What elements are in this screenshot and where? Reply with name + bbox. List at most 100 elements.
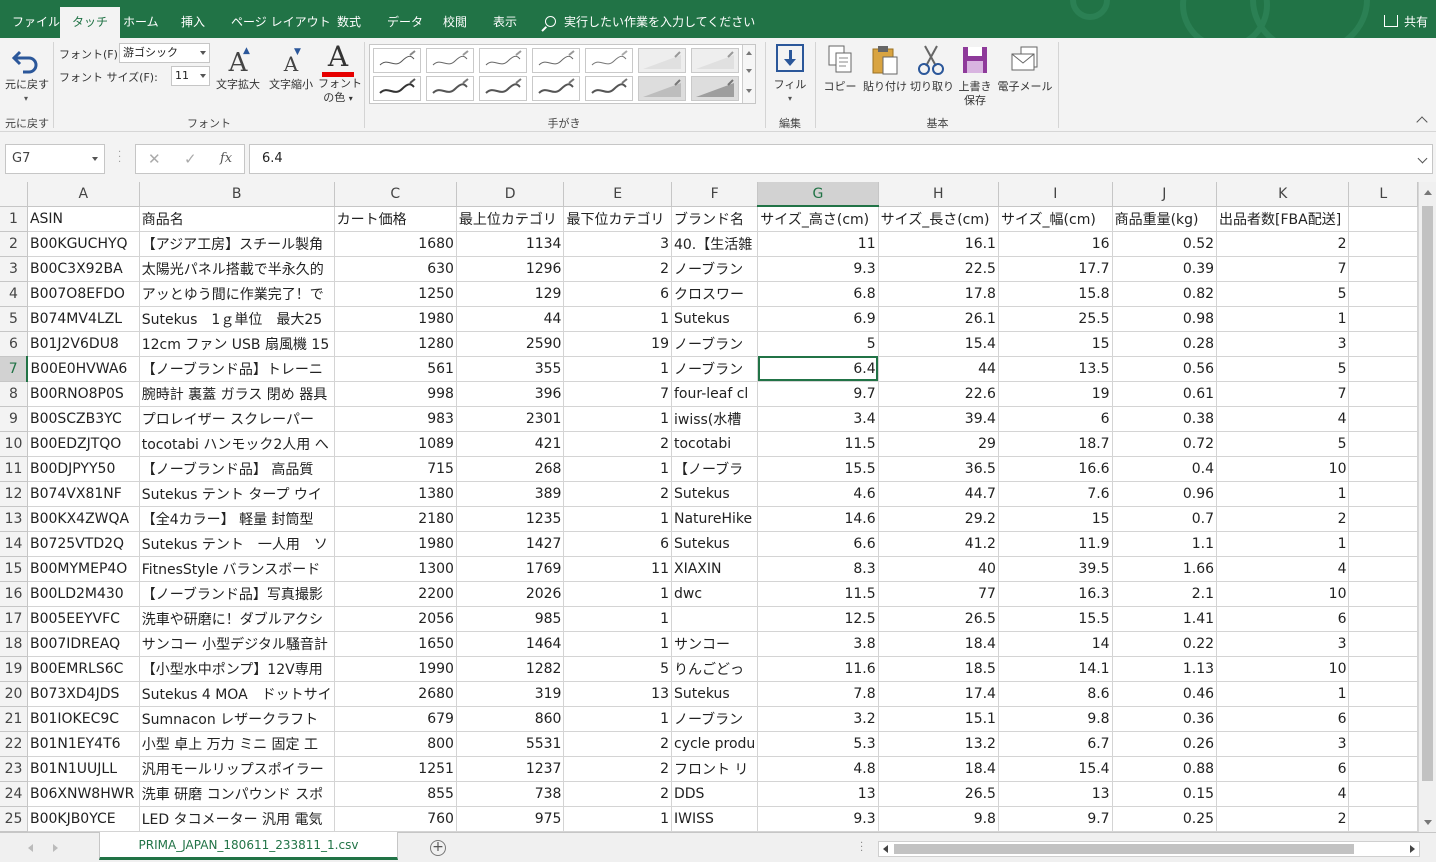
cell-c8[interactable]: 998 <box>334 381 457 407</box>
column-header-b[interactable]: B <box>139 182 335 207</box>
cell-l6[interactable] <box>1348 331 1418 357</box>
cell-i4[interactable]: 15.8 <box>998 281 1113 307</box>
pen-4[interactable] <box>532 48 580 73</box>
cell-h24[interactable]: 26.5 <box>878 781 999 807</box>
cell-d1[interactable]: 最上位カテゴリ <box>456 206 565 232</box>
column-header-j[interactable]: J <box>1112 182 1218 207</box>
cell-g9[interactable]: 3.4 <box>757 406 879 432</box>
row-header[interactable]: 9 <box>0 406 28 432</box>
cell-k14[interactable]: 1 <box>1216 531 1350 557</box>
cell-f16[interactable]: dwc <box>671 581 759 607</box>
cell-c13[interactable]: 2180 <box>334 506 457 532</box>
sheet-tab-active[interactable]: PRIMA_JAPAN_180611_233811_1.csv <box>99 832 398 860</box>
cell-i14[interactable]: 11.9 <box>998 531 1113 557</box>
cell-g13[interactable]: 14.6 <box>757 506 879 532</box>
cell-g19[interactable]: 11.6 <box>757 656 879 682</box>
cell-g6[interactable]: 5 <box>757 331 879 357</box>
shrink-font-button[interactable]: A ▼ 文字縮小 <box>266 44 316 92</box>
cell-i18[interactable]: 14 <box>998 631 1113 657</box>
cell-h2[interactable]: 16.1 <box>878 231 999 257</box>
cell-l18[interactable] <box>1348 631 1418 657</box>
row-header[interactable]: 8 <box>0 381 28 407</box>
cell-k7[interactable]: 5 <box>1216 356 1350 382</box>
cell-a21[interactable]: B01IOKEC9C <box>27 706 140 732</box>
cell-j9[interactable]: 0.38 <box>1112 406 1218 432</box>
cell-h14[interactable]: 41.2 <box>878 531 999 557</box>
cell-d15[interactable]: 1769 <box>456 556 565 582</box>
vertical-scrollbar[interactable] <box>1418 182 1436 832</box>
column-header-l[interactable]: L <box>1348 182 1418 207</box>
cell-e11[interactable]: 1 <box>563 456 672 482</box>
cell-f6[interactable]: ノーブラン <box>671 331 759 357</box>
cell-g16[interactable]: 11.5 <box>757 581 879 607</box>
formula-input[interactable]: 6.4 <box>249 144 1433 174</box>
cell-d13[interactable]: 1235 <box>456 506 565 532</box>
cell-d10[interactable]: 421 <box>456 431 565 457</box>
cell-c10[interactable]: 1089 <box>334 431 457 457</box>
cell-h4[interactable]: 17.8 <box>878 281 999 307</box>
cell-c6[interactable]: 1280 <box>334 331 457 357</box>
cell-b13[interactable]: 【全4カラー】 軽量 封筒型 <box>139 506 335 532</box>
cell-b18[interactable]: サンコー 小型デジタル騒音計 <box>139 631 335 657</box>
cell-g21[interactable]: 3.2 <box>757 706 879 732</box>
cell-i13[interactable]: 15 <box>998 506 1113 532</box>
fill-button[interactable]: フィル ▾ <box>772 44 808 106</box>
row-header[interactable]: 17 <box>0 606 28 632</box>
tab-review[interactable]: 校閲 <box>441 9 469 38</box>
cell-e12[interactable]: 2 <box>563 481 672 507</box>
cell-a11[interactable]: B00DJPYY50 <box>27 456 140 482</box>
chevron-up-icon[interactable] <box>746 51 752 55</box>
cell-l24[interactable] <box>1348 781 1418 807</box>
cell-j4[interactable]: 0.82 <box>1112 281 1218 307</box>
cell-j22[interactable]: 0.26 <box>1112 731 1218 757</box>
cell-d24[interactable]: 738 <box>456 781 565 807</box>
save-button[interactable]: 上書き 保存 <box>955 44 995 108</box>
cell-c15[interactable]: 1300 <box>334 556 457 582</box>
cell-e4[interactable]: 6 <box>563 281 672 307</box>
cell-h5[interactable]: 26.1 <box>878 306 999 332</box>
next-sheet-icon[interactable] <box>53 844 58 852</box>
pen-2[interactable] <box>426 48 474 73</box>
chevron-down-icon[interactable] <box>746 69 752 73</box>
scroll-right-icon[interactable] <box>1410 845 1415 853</box>
cell-g7[interactable]: 6.4 <box>757 356 879 382</box>
cell-f13[interactable]: NatureHike <box>671 506 759 532</box>
cell-l15[interactable] <box>1348 556 1418 582</box>
cell-g24[interactable]: 13 <box>757 781 879 807</box>
cell-c21[interactable]: 679 <box>334 706 457 732</box>
cell-b5[interactable]: Sutekus 1ｇ単位 最大25 <box>139 306 335 332</box>
cell-k8[interactable]: 7 <box>1216 381 1350 407</box>
cell-f7[interactable]: ノーブラン <box>671 356 759 382</box>
cell-j3[interactable]: 0.39 <box>1112 256 1218 282</box>
row-header[interactable]: 24 <box>0 781 28 807</box>
cell-e22[interactable]: 2 <box>563 731 672 757</box>
gallery-more-icon[interactable] <box>746 89 752 93</box>
cell-d21[interactable]: 860 <box>456 706 565 732</box>
cell-i9[interactable]: 6 <box>998 406 1113 432</box>
cell-b22[interactable]: 小型 卓上 万力 ミニ 固定 工 <box>139 731 335 757</box>
cell-j17[interactable]: 1.41 <box>1112 606 1218 632</box>
expand-formula-icon[interactable] <box>1417 153 1428 164</box>
cell-c1[interactable]: カート価格 <box>334 206 457 232</box>
cell-g17[interactable]: 12.5 <box>757 606 879 632</box>
paste-button[interactable]: 貼り付け <box>862 44 908 94</box>
row-header[interactable]: 21 <box>0 706 28 732</box>
cell-j12[interactable]: 0.96 <box>1112 481 1218 507</box>
cell-i22[interactable]: 6.7 <box>998 731 1113 757</box>
cell-e16[interactable]: 1 <box>563 581 672 607</box>
cell-a19[interactable]: B00EMRLS6C <box>27 656 140 682</box>
cell-j7[interactable]: 0.56 <box>1112 356 1218 382</box>
cell-b25[interactable]: LED タコメーター 汎用 電気 <box>139 806 335 832</box>
cell-b3[interactable]: 太陽光パネル搭載で半永久的 <box>139 256 335 282</box>
row-header[interactable]: 14 <box>0 531 28 557</box>
scroll-up-icon[interactable] <box>1424 190 1432 195</box>
cell-d17[interactable]: 985 <box>456 606 565 632</box>
row-header[interactable]: 18 <box>0 631 28 657</box>
cell-f22[interactable]: cycle produ <box>671 731 759 757</box>
cell-k3[interactable]: 7 <box>1216 256 1350 282</box>
cell-i1[interactable]: サイズ_幅(cm) <box>998 206 1113 232</box>
cell-a13[interactable]: B00KX4ZWQA <box>27 506 140 532</box>
cell-a23[interactable]: B01N1UUJLL <box>27 756 140 782</box>
cell-k13[interactable]: 2 <box>1216 506 1350 532</box>
row-header[interactable]: 25 <box>0 806 28 832</box>
